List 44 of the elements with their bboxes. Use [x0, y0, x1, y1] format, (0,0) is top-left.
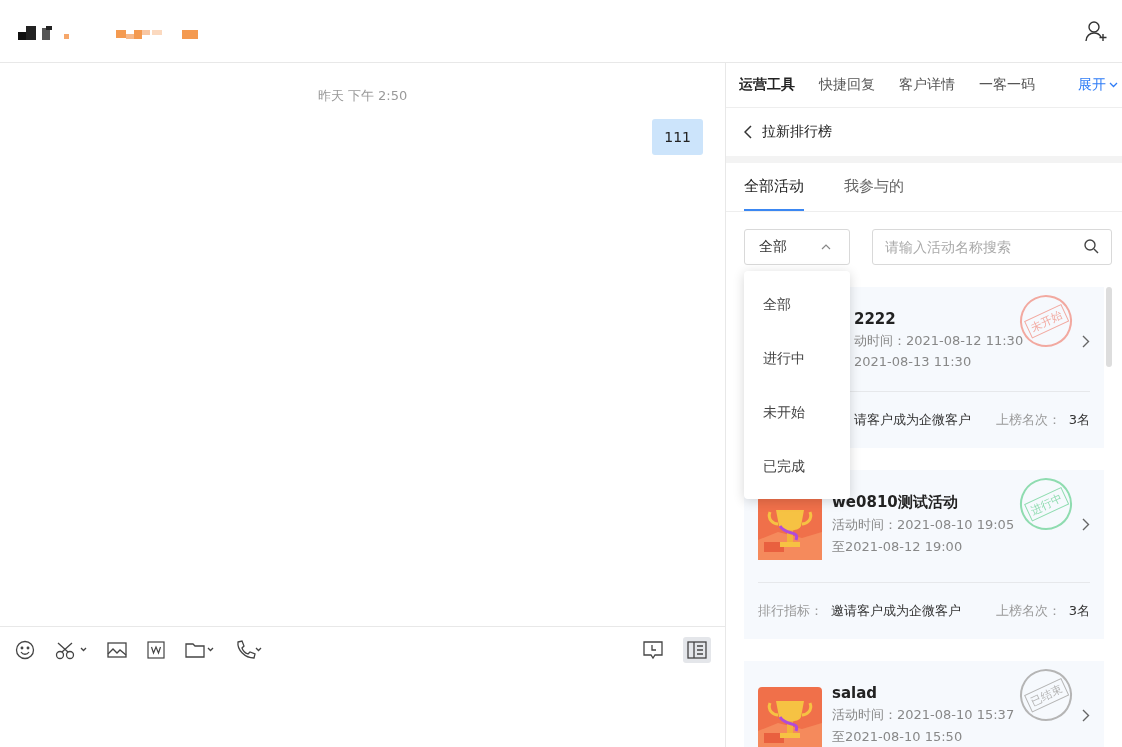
metric-value: 请客户成为企微客户	[854, 411, 971, 429]
side-panel-toggle[interactable]	[683, 637, 711, 663]
activity-tab[interactable]: 我参与的	[844, 163, 904, 211]
activity-end-time: 至2021-08-12 19:00	[832, 538, 964, 556]
rank-value: 3名	[1068, 411, 1090, 429]
activity-end-time: 至2021-08-10 15:50	[832, 728, 964, 746]
rank-label: 上榜名次：	[995, 602, 1061, 620]
status-dropdown[interactable]: 全部	[744, 229, 850, 265]
activity-end-time: 2021-08-13 11:30	[854, 354, 973, 369]
document-icon[interactable]	[147, 641, 165, 659]
message-bubble: 111	[652, 119, 703, 155]
dropdown-option[interactable]: 未开始	[744, 385, 850, 439]
search-icon	[1084, 239, 1099, 254]
panel-tab[interactable]: 快捷回复	[819, 76, 875, 94]
chevron-right-icon[interactable]	[1082, 518, 1090, 531]
activity-tab[interactable]: 全部活动	[744, 163, 804, 211]
metric-label: 排行指标：	[758, 602, 823, 620]
activity-title: salad	[832, 684, 878, 702]
panel-tab[interactable]: 运营工具	[739, 76, 795, 94]
back-icon[interactable]	[744, 125, 752, 139]
message-timestamp: 昨天 下午 2:50	[316, 87, 409, 105]
page-title: 拉新排行榜	[762, 123, 832, 141]
rank-value: 3名	[1068, 602, 1090, 620]
phone-icon[interactable]	[235, 640, 263, 660]
panel-tab[interactable]: 一客一码	[979, 76, 1035, 94]
chevron-right-icon[interactable]	[1082, 709, 1090, 722]
metric-value: 邀请客户成为企微客户	[831, 602, 961, 620]
chevron-right-icon[interactable]	[1082, 335, 1090, 348]
scissors-icon[interactable]	[55, 640, 87, 660]
activity-title: 2222	[854, 310, 896, 328]
add-contact-icon[interactable]	[1084, 19, 1108, 43]
activity-card[interactable]: salad 活动时间：2021-08-10 15:37 至2021-08-10 15:50 已结束	[744, 661, 1104, 747]
emoji-icon[interactable]	[15, 640, 35, 660]
activity-title: we0810测试活动	[832, 493, 958, 511]
chat-history-icon[interactable]	[643, 640, 663, 660]
folder-icon[interactable]	[185, 641, 215, 659]
dropdown-option[interactable]: 进行中	[744, 331, 850, 385]
expand-link[interactable]: 展开	[1078, 76, 1118, 94]
search-field[interactable]: 请输入活动名称搜索	[872, 229, 1112, 265]
rank-label: 上榜名次：	[995, 411, 1061, 429]
caret-icon	[821, 244, 831, 250]
panel-tab[interactable]: 客户详情	[899, 76, 955, 94]
chevron-down-icon	[1109, 82, 1118, 88]
image-icon[interactable]	[107, 641, 127, 659]
